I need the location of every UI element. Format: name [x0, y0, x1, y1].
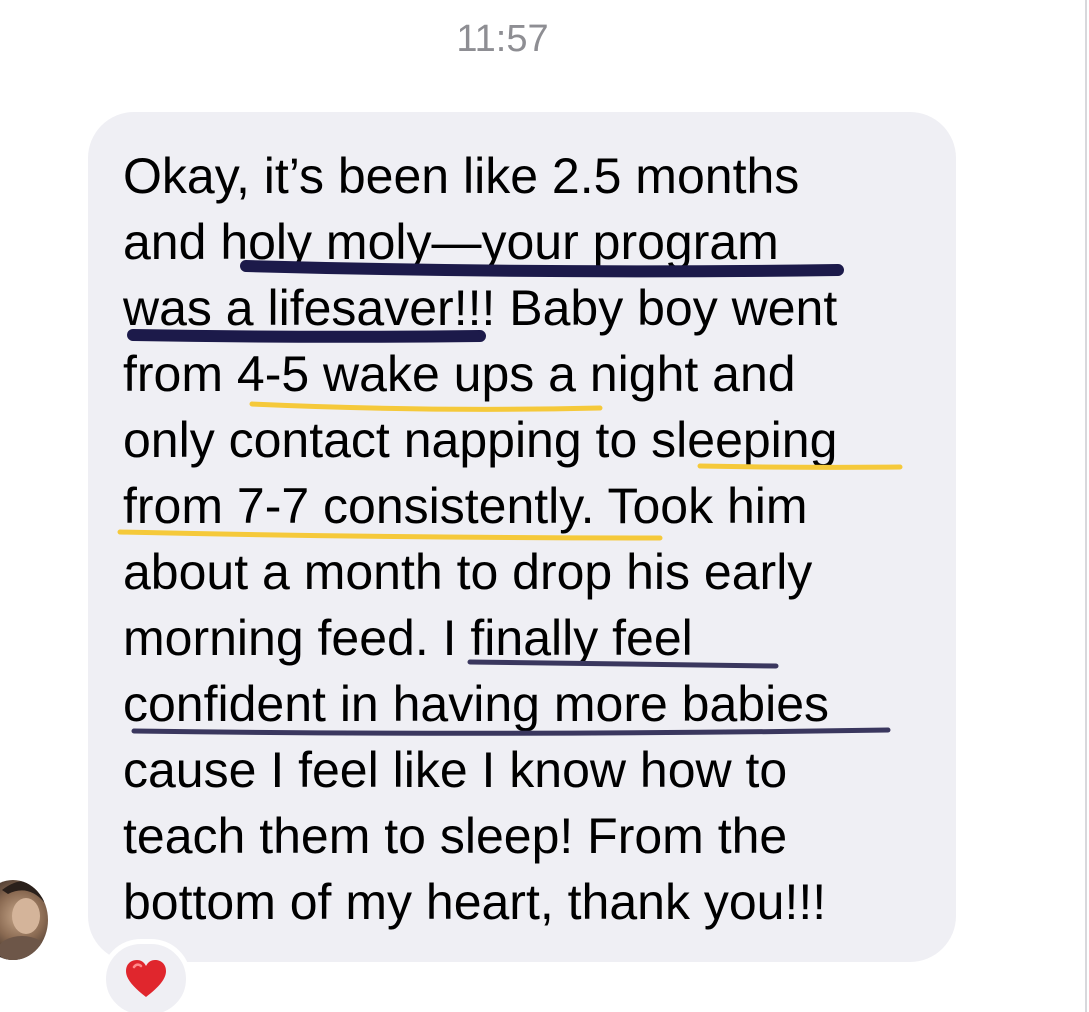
message-line: teach them to sleep! From the: [123, 808, 788, 864]
message-line: Okay, it’s been like 2.5 months: [123, 148, 800, 204]
message-line: only contact napping to sleeping: [123, 412, 838, 468]
message-line: about a month to drop his early: [123, 544, 813, 600]
message-line: bottom of my heart, thank you!!!: [123, 874, 827, 930]
message-line: cause I feel like I know how to: [123, 742, 788, 798]
message-timestamp: 11:57: [456, 18, 549, 60]
message-line: from 4-5 wake ups a night and: [123, 346, 796, 402]
screen-edge-divider: [1085, 0, 1087, 1012]
message-line: confident in having more babies: [123, 676, 830, 732]
message-line: morning feed. I finally feel: [123, 610, 693, 666]
sender-avatar[interactable]: [0, 880, 48, 960]
heart-reaction-icon: [126, 960, 166, 997]
message-line: was a lifesaver!!! Baby boy went: [123, 280, 838, 336]
message-line: and holy moly—your program: [123, 214, 779, 270]
message-line: from 7-7 consistently. Took him: [123, 478, 808, 534]
avatar-photo: [0, 880, 46, 960]
reaction-badge[interactable]: [101, 939, 191, 1012]
